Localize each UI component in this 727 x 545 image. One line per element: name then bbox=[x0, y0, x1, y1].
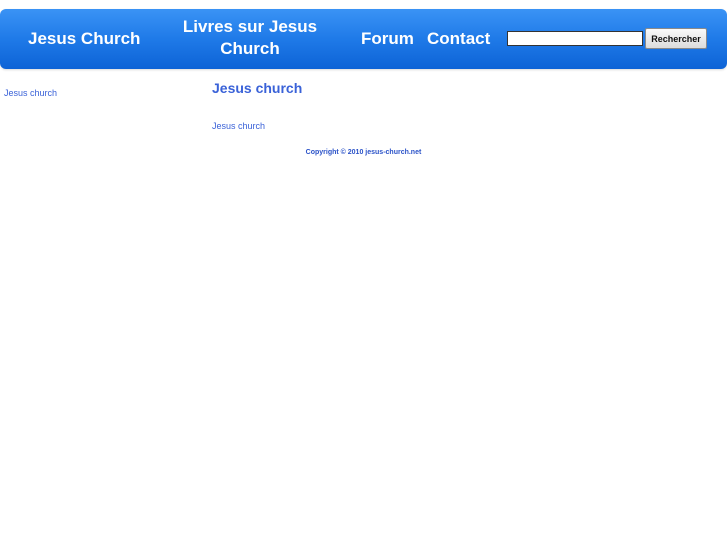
search-input[interactable] bbox=[507, 31, 643, 46]
nav-books-link[interactable]: Livres sur Jesus Church bbox=[176, 16, 324, 60]
search-button[interactable]: Rechercher bbox=[645, 28, 707, 49]
nav-contact-link[interactable]: Contact bbox=[427, 28, 490, 50]
top-navbar: Jesus Church Livres sur Jesus Church For… bbox=[0, 9, 727, 69]
nav-home-link[interactable]: Jesus Church bbox=[28, 28, 140, 50]
page-title: Jesus church bbox=[212, 80, 303, 96]
content-text: Jesus church bbox=[212, 121, 266, 131]
sidebar-link-jesus-church[interactable]: Jesus church bbox=[4, 88, 57, 98]
footer-copyright: Copyright © 2010 jesus-church.net bbox=[305, 149, 422, 156]
nav-forum-link[interactable]: Forum bbox=[361, 28, 414, 50]
